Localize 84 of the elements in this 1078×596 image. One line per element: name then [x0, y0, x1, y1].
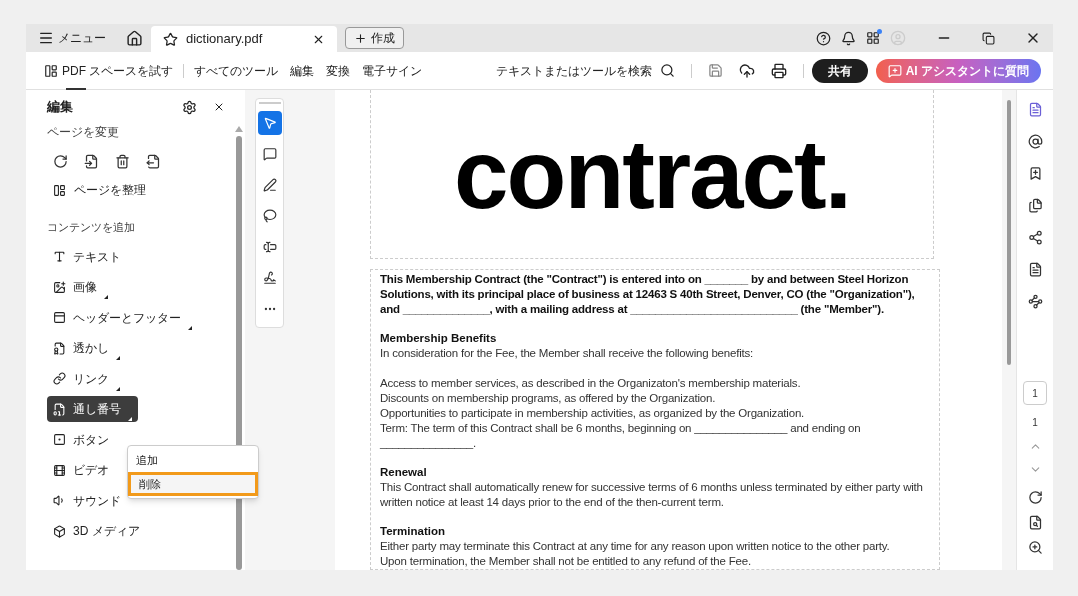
home-icon[interactable] [126, 30, 143, 47]
body-text: In consideration for the Fee, the Member shall receive the following benefits: [380, 346, 755, 361]
link-icon [53, 372, 66, 385]
tab-title: dictionary.pdf [186, 30, 264, 49]
content-tool-item[interactable]: リンク [47, 365, 126, 392]
search-icon [659, 63, 675, 78]
search-field[interactable]: テキストまたはツールを検索 [495, 61, 683, 80]
chat-plus-icon [887, 63, 902, 78]
content-tool-item[interactable]: 透かし [47, 335, 126, 361]
body-text: Discounts on membership programs, as offered by the Organization. [380, 391, 717, 406]
restore-icon[interactable] [982, 31, 995, 45]
content-tool-item[interactable]: 通し番号 [47, 396, 138, 422]
cube-icon [53, 524, 66, 538]
bookmark-icon[interactable] [1027, 166, 1043, 181]
toolbar-tab[interactable]: すべてのツール [188, 51, 285, 90]
create-button[interactable]: 作成 [345, 27, 404, 49]
header-footer-icon [53, 311, 66, 324]
content-tool-item[interactable]: 画像 [47, 274, 114, 300]
text-box-icon [262, 240, 277, 254]
content-tool-item[interactable]: ボタン [47, 426, 115, 453]
speaker-icon [53, 494, 66, 507]
body-text: Access to member services, as described in the Organizaton's membership materials. [380, 376, 802, 391]
apps-icon[interactable] [866, 31, 880, 45]
menu-item[interactable]: 追加 [128, 448, 258, 472]
content-tool-item[interactable]: ビデオ [47, 457, 115, 483]
page-badge-icon [53, 341, 66, 355]
pointer-icon [262, 116, 277, 130]
bell-icon[interactable] [841, 30, 856, 46]
organize-pages-button[interactable]: ページを整理 [47, 181, 225, 199]
rotate-icon[interactable] [1027, 490, 1043, 505]
insert-page-icon[interactable] [84, 154, 99, 169]
section-title: Membership Benefits [380, 331, 498, 346]
menu-button[interactable]: メニュー [26, 24, 118, 52]
text-add-icon [53, 250, 66, 263]
section-title: Renewal [380, 465, 428, 480]
section-heading: コンテンツを追加 [47, 220, 135, 235]
body-text: Opportunities to participate in membership activities, as organized by the Organization. [380, 406, 806, 421]
section-title: Termination [380, 524, 446, 539]
scrollbar-thumb[interactable] [1007, 100, 1011, 365]
document-heading: contract. [454, 125, 850, 223]
lasso-icon [262, 209, 277, 223]
page-count: 1 [1032, 416, 1038, 430]
pages-icon[interactable] [1027, 198, 1043, 213]
share-button[interactable]: 共有 [811, 58, 868, 83]
menu-item[interactable]: 削除 [128, 472, 258, 496]
body-text: Upon termination, the Member shall not be entitled to any refund of the Fee. [380, 554, 752, 569]
star-icon[interactable] [163, 31, 178, 47]
printer-icon[interactable] [770, 62, 787, 79]
toolbar-tab[interactable]: PDF スペースを試す [38, 51, 180, 90]
toolbar-tab[interactable]: 変換 [320, 51, 357, 90]
panel-title: 編集 [47, 98, 74, 117]
body-text: Either party may terminate this Contract at any time for any reason upon written notice to the other party. [380, 539, 891, 554]
save-icon[interactable] [707, 63, 723, 78]
menu-icon [38, 30, 54, 46]
edit-document-icon[interactable] [1027, 102, 1043, 117]
signature-icon [262, 271, 277, 285]
content-tool-item[interactable]: 3D メディア [47, 518, 146, 544]
body-text: This Contract shall automatically renew for successive terms of 6 months unless terminated by either party with written notice at least 14 days prior to the end of the then-current term. [380, 480, 924, 510]
intro-paragraph: This Membership Contract (the "Contract") is entered into on _______ by and between Steel Horizon Solutions, with its principal place of business at 12463 S 40th Street, Denver, CO (the "Organization"), and ______________, with a mailing address at ___________________________ (the "Member"). [380, 272, 916, 317]
toolbar-tab[interactable]: 電子サイン [356, 51, 429, 90]
rotate-icon[interactable] [53, 154, 68, 169]
body-text: Term: The term of this Contract shall be 6 months, beginning on _______________ and ending on _______________. [380, 421, 862, 451]
cloud-upload-icon[interactable] [738, 62, 755, 79]
extract-page-icon[interactable] [146, 154, 161, 169]
film-icon [53, 463, 66, 477]
help-icon[interactable] [816, 30, 831, 46]
ai-assistant-button[interactable]: AI アシスタントに質問 [875, 58, 1041, 83]
page-layout-icon [53, 183, 66, 197]
plus-icon [354, 31, 367, 45]
trash-icon[interactable] [115, 154, 130, 169]
document-tab[interactable]: dictionary.pdf [151, 26, 337, 52]
image-add-icon [53, 280, 66, 294]
content-tool-item[interactable]: テキスト [47, 243, 127, 270]
zoom-in-icon[interactable] [1027, 540, 1043, 555]
content-tool-item[interactable]: ヘッダーとフッター [47, 304, 198, 331]
settings-icon[interactable] [182, 99, 197, 115]
nodes-icon[interactable] [1027, 294, 1043, 309]
document-icon[interactable] [1027, 262, 1043, 277]
content-tool-item[interactable]: サウンド [47, 487, 127, 514]
section-heading: ページを変更 [47, 125, 119, 140]
pen-icon [262, 178, 277, 192]
toolbar-tab[interactable]: 編集 [284, 51, 321, 90]
page-number-field[interactable]: 1 [1023, 381, 1047, 405]
close-icon[interactable] [213, 101, 225, 113]
